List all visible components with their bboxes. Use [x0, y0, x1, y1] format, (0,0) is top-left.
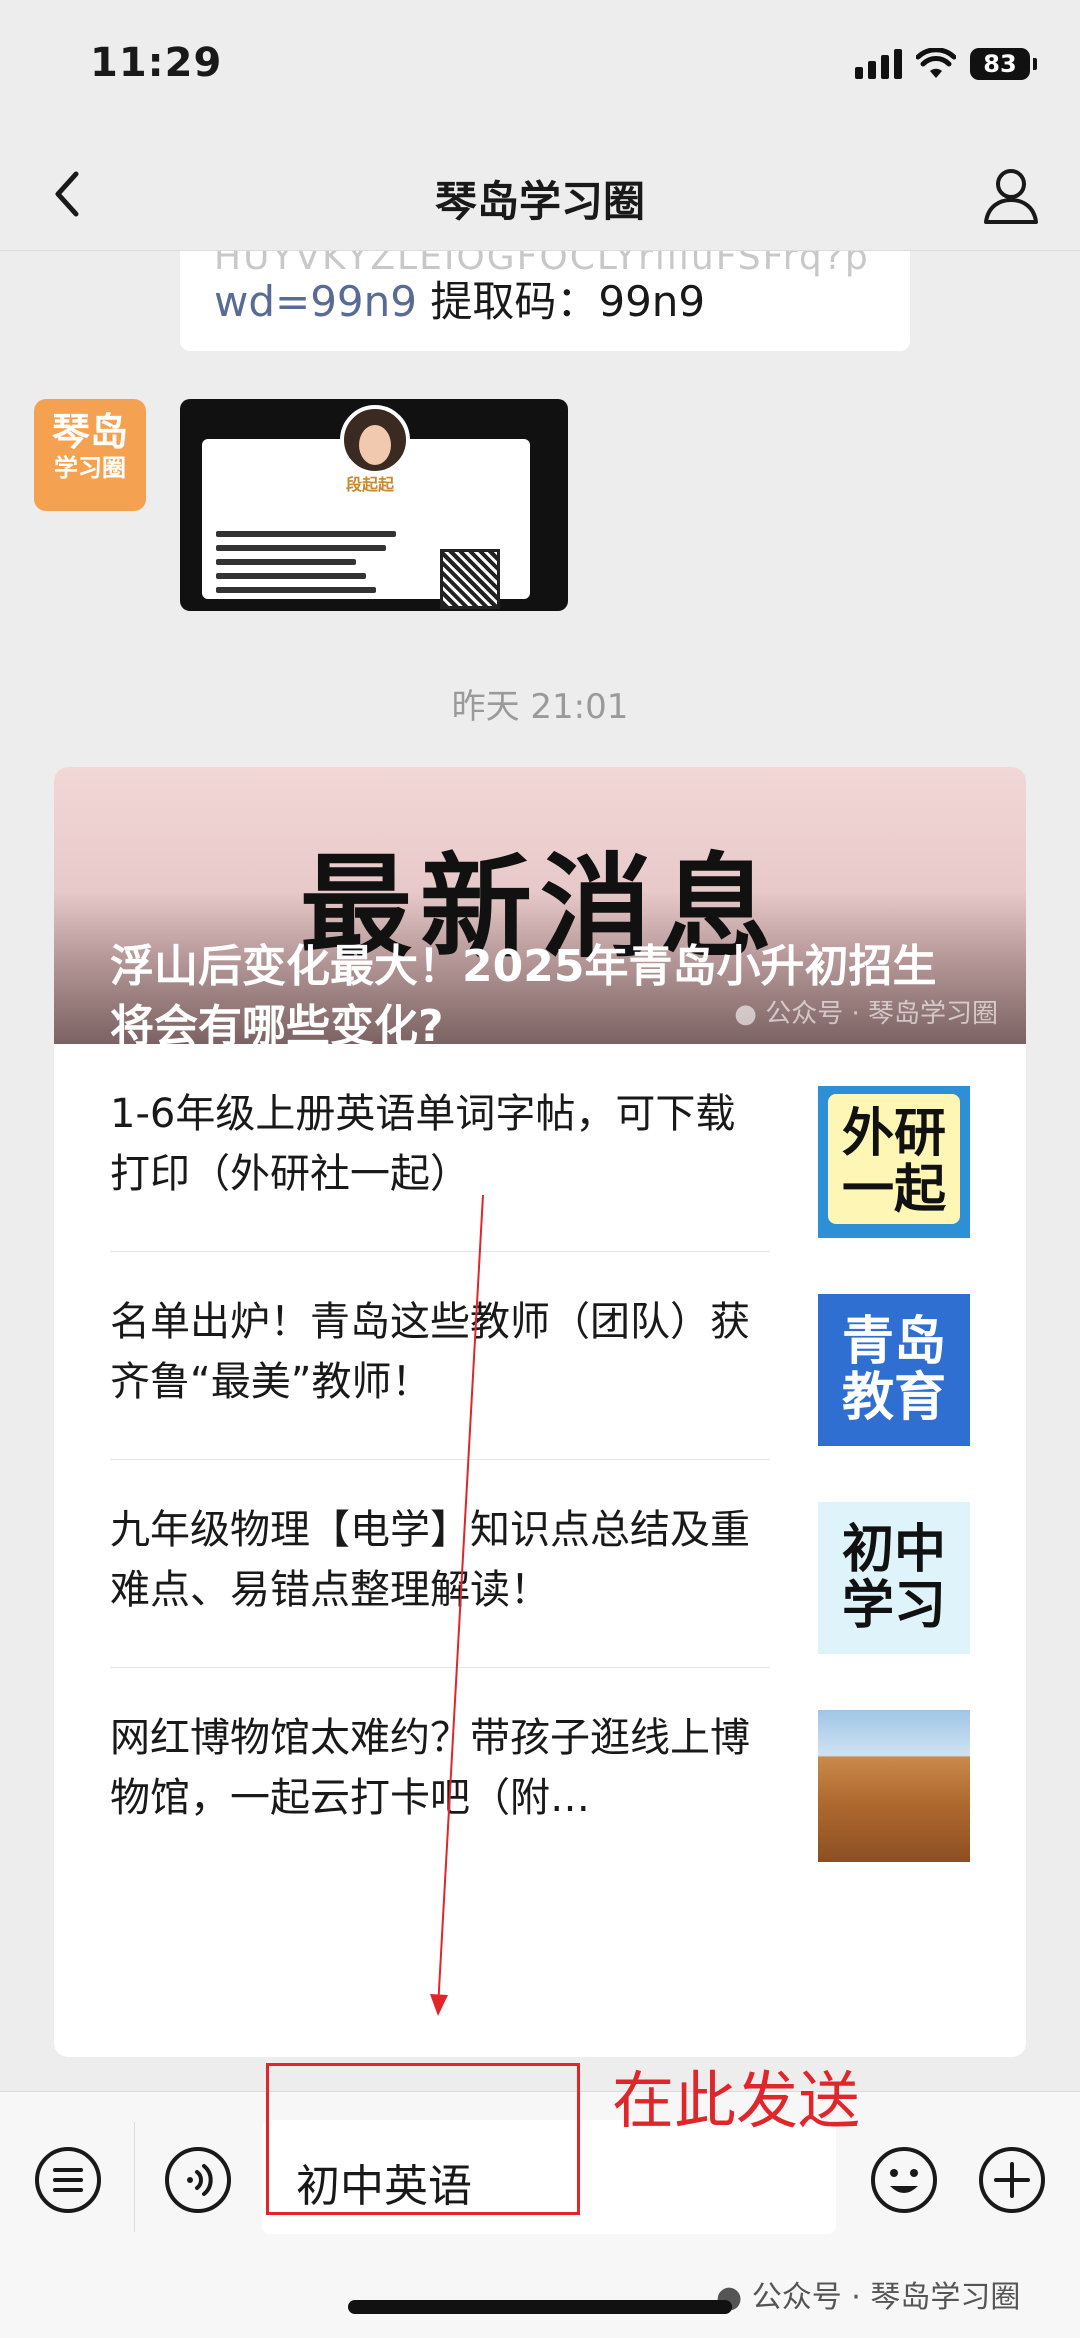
- annotation-label: 在此发送: [612, 2064, 861, 2137]
- list-menu-icon: [35, 2147, 101, 2213]
- poster-name: 段起起: [346, 475, 395, 494]
- article-thumbnail: 青岛 教育: [818, 1294, 970, 1446]
- poster-text-lines: [216, 531, 406, 601]
- wechat-icon: ●: [734, 999, 757, 1029]
- thumbnail-text: 青岛 教育: [841, 1312, 946, 1428]
- message-text: wd=99n9 提取码：99n9: [214, 268, 705, 329]
- bar-divider: [134, 2122, 135, 2232]
- nav-bar: 琴岛学习圈: [0, 140, 1080, 251]
- more-button[interactable]: [976, 2144, 1048, 2216]
- qr-code-icon: [440, 549, 500, 609]
- menu-button[interactable]: [32, 2144, 104, 2216]
- article-title: 名单出炉！青岛这些教师（团队）获齐鲁“最美”教师！: [110, 1299, 750, 1405]
- annotation-box: [266, 2063, 580, 2215]
- home-indicator: [348, 2300, 732, 2314]
- article-list-item[interactable]: 九年级物理【电学】知识点总结及重难点、易错点整理解读！ 初中 学习: [110, 1460, 970, 1668]
- portrait-image: [340, 405, 410, 475]
- watermark-text: 公众号 · 琴岛学习圈: [751, 2280, 1021, 2315]
- cover-source: ● 公众号 · 琴岛学习圈: [734, 993, 998, 1030]
- article-cover[interactable]: 最新消息 浮山后变化最大！2025年青岛小升初招生将会有哪些变化? ● 公众号 …: [54, 767, 1026, 1052]
- status-icons: 83: [855, 48, 1037, 80]
- sender-avatar[interactable]: 琴岛 学习圈: [34, 399, 146, 511]
- article-list-item[interactable]: 1-6年级上册英语单词字帖，可下载打印（外研社一起） 外研 一起: [110, 1044, 970, 1252]
- voice-button[interactable]: [162, 2144, 234, 2216]
- voice-icon: [165, 2147, 231, 2213]
- article-thumbnail: 外研 一起: [818, 1086, 970, 1238]
- download-link[interactable]: wd=99n9: [214, 277, 417, 326]
- person-icon: [984, 169, 1038, 224]
- plus-icon: [979, 2147, 1045, 2213]
- article-thumbnail: [818, 1710, 970, 1862]
- article-title: 九年级物理【电学】知识点总结及重难点、易错点整理解读！: [110, 1507, 750, 1613]
- cover-source-text: 公众号 · 琴岛学习圈: [765, 999, 998, 1029]
- battery-icon: 83: [970, 48, 1037, 80]
- status-time: 11:29: [90, 40, 223, 86]
- text-message-bubble[interactable]: HUYVKYZLEIOGFOCLYrliluFSFrq?p wd=99n9 提取…: [180, 251, 910, 351]
- smiley-icon: [871, 2147, 937, 2213]
- wifi-icon: [916, 48, 956, 78]
- avatar-line-2: 学习圈: [54, 454, 126, 482]
- article-card[interactable]: 最新消息 浮山后变化最大！2025年青岛小升初招生将会有哪些变化? ● 公众号 …: [54, 767, 1026, 2057]
- cellular-signal-icon: [855, 49, 902, 79]
- chat-area[interactable]: HUYVKYZLEIOGFOCLYrliluFSFrq?p wd=99n9 提取…: [0, 251, 1080, 2091]
- thumbnail-text: 外研 一起: [841, 1104, 946, 1220]
- avatar-line-1: 琴岛: [51, 410, 128, 454]
- watermark: ● 公众号 · 琴岛学习圈: [716, 2272, 1020, 2316]
- image-message[interactable]: 段起起: [180, 399, 568, 611]
- thumbnail-text: 初中 学习: [841, 1520, 946, 1636]
- profile-button[interactable]: [978, 162, 1044, 228]
- article-list-item[interactable]: 名单出炉！青岛这些教师（团队）获齐鲁“最美”教师！ 青岛 教育: [110, 1252, 970, 1460]
- article-list-item[interactable]: 网红博物馆太难约？带孩子逛线上博物馆，一起云打卡吧（附…: [110, 1668, 970, 1876]
- message-timestamp: 昨天 21:01: [451, 687, 629, 727]
- status-bar: 11:29 83: [0, 0, 1080, 140]
- page-title: 琴岛学习圈: [434, 177, 645, 226]
- museum-image: [818, 1710, 970, 1862]
- article-title: 1-6年级上册英语单词字帖，可下载打印（外研社一起）: [110, 1091, 736, 1197]
- emoji-button[interactable]: [868, 2144, 940, 2216]
- extraction-code: 提取码：99n9: [417, 277, 706, 326]
- article-title: 网红博物馆太难约？带孩子逛线上博物馆，一起云打卡吧（附…: [110, 1715, 750, 1821]
- article-thumbnail: 初中 学习: [818, 1502, 970, 1654]
